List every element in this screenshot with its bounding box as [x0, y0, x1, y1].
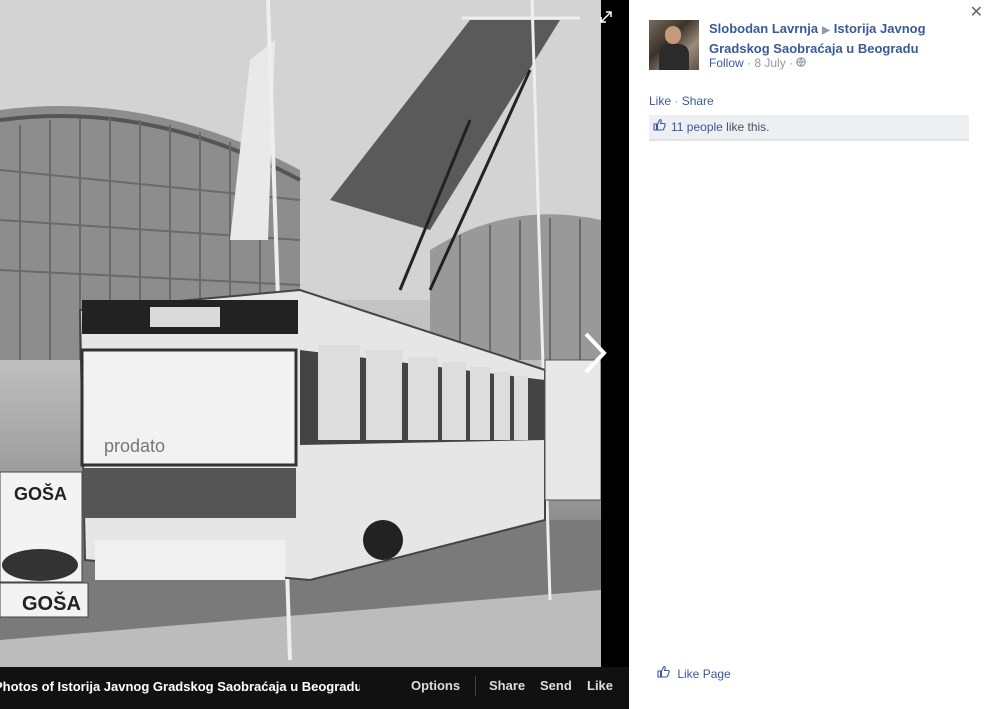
gosa-sign-top: GOŠA [14, 483, 67, 504]
share-link[interactable]: Share [682, 94, 714, 108]
photo-viewer: GOŠA GOŠA prodato Photos of Istorija Jav… [0, 0, 629, 709]
photo-illustration: GOŠA GOŠA prodato [0, 0, 601, 667]
photo-action-bar: Photos of Istorija Javnog Gradskog Saobr… [0, 667, 629, 709]
gosa-sign-bottom: GOŠA [22, 591, 81, 615]
likes-summary: 11 people like this. [649, 115, 969, 141]
post-meta: Follow · 8 July · [709, 56, 807, 70]
post-actions: Like · Share [649, 94, 714, 108]
follow-link[interactable]: Follow [709, 56, 744, 70]
photo[interactable]: GOŠA GOŠA prodato [0, 0, 601, 667]
thumbs-up-icon [657, 665, 673, 681]
divider [475, 676, 476, 696]
send-button[interactable]: Send [540, 678, 572, 693]
separator: · [674, 94, 682, 108]
options-button[interactable]: Options [411, 678, 460, 693]
like-button[interactable]: Like [587, 678, 613, 693]
avatar-head [665, 26, 681, 44]
prodato-text: prodato [104, 436, 165, 456]
poster-name[interactable]: Slobodan Lavrnja [709, 21, 818, 36]
thumbs-up-icon [653, 115, 667, 139]
like-page-label: Like Page [677, 667, 731, 681]
globe-icon [796, 56, 807, 70]
post-date[interactable]: 8 July [754, 56, 785, 70]
arrow-right-icon: ▶ [822, 25, 830, 36]
expand-icon[interactable] [600, 11, 614, 25]
close-icon[interactable]: ✕ [970, 2, 983, 22]
details-panel: ✕ Slobodan Lavrnja ▶ Istorija Javnog Grads… [629, 0, 989, 709]
avatar[interactable] [649, 20, 699, 70]
next-arrow-icon[interactable] [580, 330, 610, 376]
avatar-shirt [659, 44, 689, 70]
share-button[interactable]: Share [489, 678, 525, 693]
like-page-button[interactable]: Like Page [657, 665, 731, 681]
post-header: Slobodan Lavrnja ▶ Istorija Javnog Gradsko… [709, 20, 969, 58]
like-link[interactable]: Like [649, 94, 671, 108]
likes-count-link[interactable]: 11 people [671, 120, 723, 134]
album-caption[interactable]: Photos of Istorija Javnog Gradskog Saobr… [0, 679, 360, 694]
likes-suffix: like this. [726, 120, 770, 134]
